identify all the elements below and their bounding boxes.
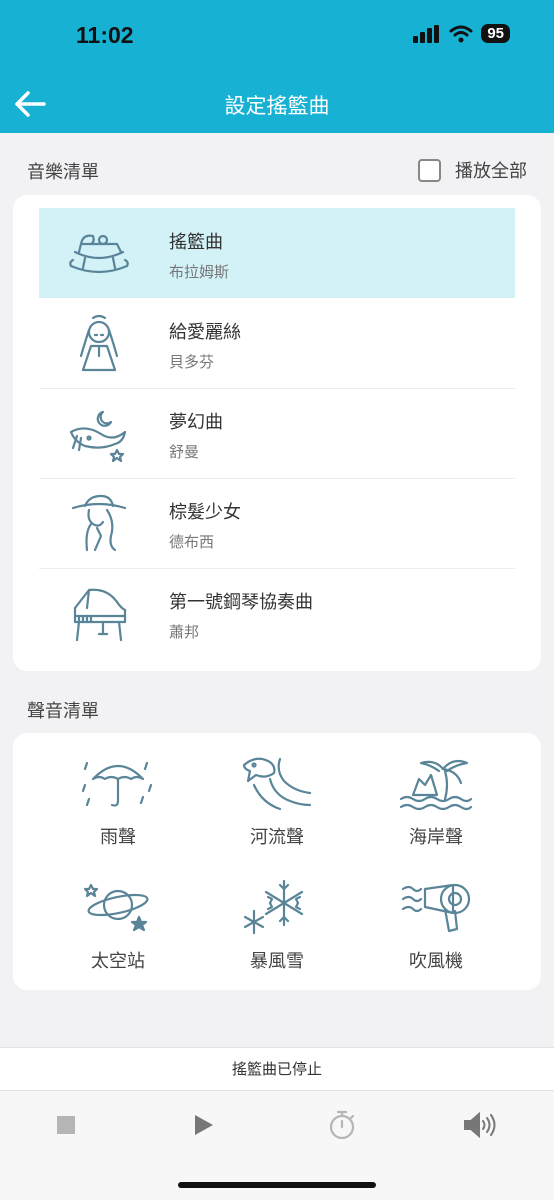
battery-badge: 95 <box>481 24 510 43</box>
sound-item-river[interactable]: 河流聲 <box>217 755 337 849</box>
track-artist: 德布西 <box>169 533 215 551</box>
track-item-piano-concerto[interactable]: 第一號鋼琴協奏曲 蕭邦 <box>39 568 515 658</box>
sound-item-hair-dryer[interactable]: 吹風機 <box>376 879 496 973</box>
whale-moon-icon <box>69 410 127 463</box>
sound-item-space-station[interactable]: 太空站 <box>58 879 178 973</box>
timer-button[interactable] <box>322 1109 362 1141</box>
track-title: 棕髮少女 <box>169 502 241 523</box>
play-all-toggle[interactable]: 播放全部 <box>418 157 527 183</box>
volume-button[interactable] <box>460 1109 500 1141</box>
sound-label: 暴風雪 <box>250 951 304 972</box>
girl-hat-icon <box>71 494 127 552</box>
play-all-checkbox[interactable] <box>418 158 441 182</box>
divider <box>39 568 515 569</box>
app-header: 11:02 95 設定搖籃曲 <box>0 0 554 133</box>
track-artist: 蕭邦 <box>169 623 200 641</box>
play-all-label: 播放全部 <box>455 161 527 182</box>
wifi-icon <box>449 25 473 42</box>
planet-icon <box>83 883 149 932</box>
play-button[interactable] <box>184 1109 224 1141</box>
cradle-icon <box>69 234 129 274</box>
page-title: 設定搖籃曲 <box>224 94 330 118</box>
sound-item-beach[interactable]: 海岸聲 <box>376 755 496 849</box>
track-artist: 布拉姆斯 <box>169 263 230 281</box>
track-artist: 貝多芬 <box>169 353 215 371</box>
timer-icon <box>329 1110 355 1140</box>
hair-dryer-icon <box>401 883 471 933</box>
snowflake-icon <box>243 879 304 935</box>
play-icon <box>195 1115 213 1135</box>
piano-icon <box>73 588 127 642</box>
volume-icon <box>464 1112 496 1138</box>
divider <box>39 388 515 389</box>
sound-label: 海岸聲 <box>409 827 463 848</box>
track-item-traumerei[interactable]: 夢幻曲 舒曼 <box>39 388 515 478</box>
sound-label: 河流聲 <box>250 827 304 848</box>
music-list: 搖籃曲 布拉姆斯 給愛麗絲 貝多芬 夢幻曲 舒曼 棕髮少女 德布西 第一號鋼琴協… <box>13 195 541 671</box>
umbrella-rain-icon <box>81 761 153 807</box>
track-item-girl-flaxen-hair[interactable]: 棕髮少女 德布西 <box>39 478 515 568</box>
track-title: 給愛麗絲 <box>169 322 241 343</box>
playback-status: 搖籃曲已停止 <box>0 1047 554 1091</box>
palm-beach-icon <box>399 759 473 811</box>
track-title: 第一號鋼琴協奏曲 <box>169 592 313 613</box>
cellular-signal-icon <box>413 24 440 43</box>
track-item-fur-elise[interactable]: 給愛麗絲 貝多芬 <box>39 298 515 388</box>
divider <box>39 478 515 479</box>
stop-icon <box>57 1116 75 1134</box>
sound-label: 吹風機 <box>409 951 463 972</box>
track-title: 搖籃曲 <box>169 232 223 253</box>
sound-item-rain[interactable]: 雨聲 <box>58 755 178 849</box>
track-item-cradle[interactable]: 搖籃曲 布拉姆斯 <box>39 208 515 298</box>
sound-label: 雨聲 <box>100 827 136 848</box>
sound-item-blizzard[interactable]: 暴風雪 <box>217 879 337 973</box>
stop-button[interactable] <box>46 1109 86 1141</box>
sound-label: 太空站 <box>91 951 145 972</box>
status-time: 11:02 <box>76 22 134 48</box>
sound-section-label: 聲音清單 <box>27 701 99 722</box>
status-icons: 95 <box>413 24 510 43</box>
home-indicator <box>178 1182 376 1188</box>
fish-river-icon <box>242 757 312 811</box>
track-artist: 舒曼 <box>169 443 200 461</box>
sound-list: 雨聲 河流聲 海岸聲 太空站 暴風雪 吹風機 <box>13 733 541 990</box>
music-section-label: 音樂清單 <box>27 162 99 183</box>
track-title: 夢幻曲 <box>169 412 223 433</box>
girl-icon <box>79 314 119 372</box>
